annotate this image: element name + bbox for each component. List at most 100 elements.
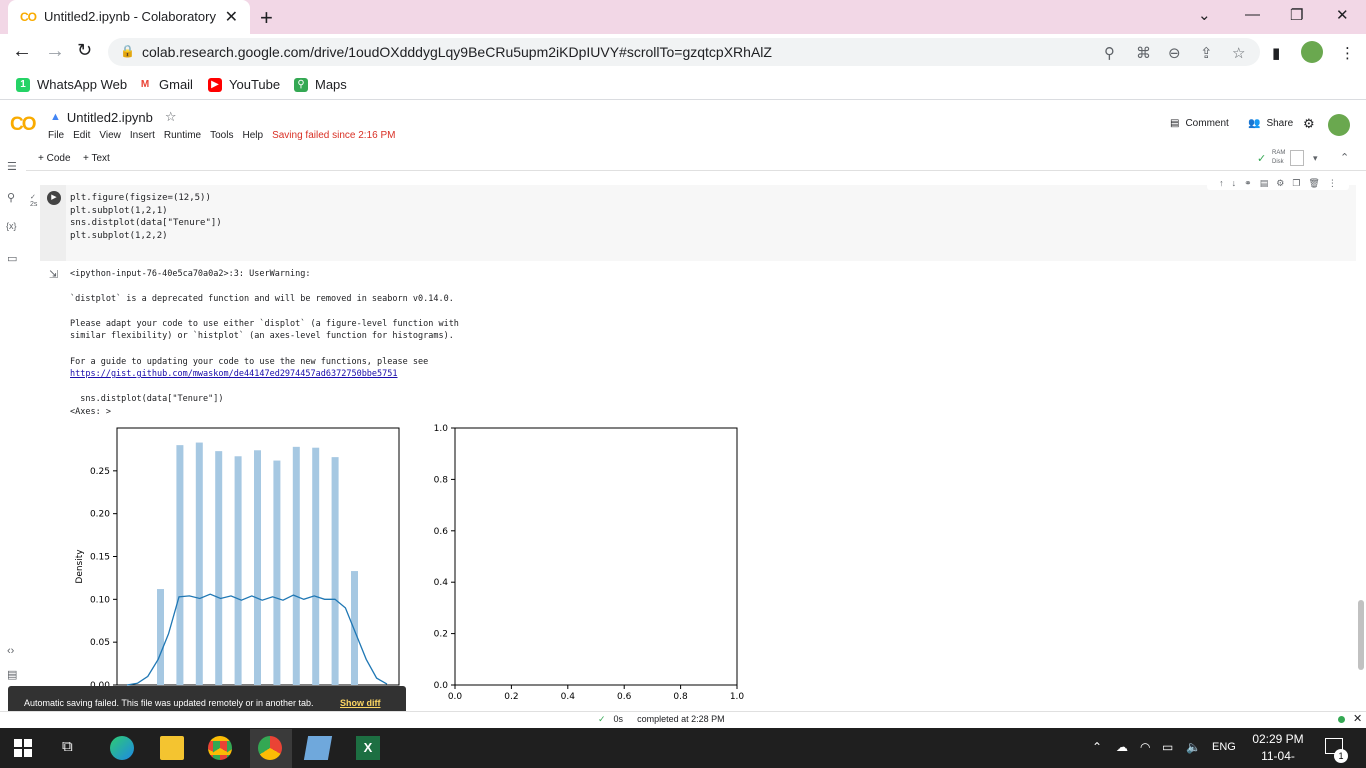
- runtime-dropdown-icon[interactable]: ▾: [1313, 153, 1318, 164]
- tab-search-icon[interactable]: ⌄: [1198, 6, 1211, 24]
- hist-bar: [312, 447, 320, 685]
- comment-icon: ▤: [1170, 118, 1180, 129]
- cell-more-icon[interactable]: ⋮: [1328, 178, 1337, 189]
- close-window-button[interactable]: ✕: [1336, 6, 1349, 24]
- bookmark-maps[interactable]: ⚲ Maps: [294, 77, 347, 92]
- hist-bar: [254, 450, 261, 685]
- output-menu-icon[interactable]: ⇲: [49, 268, 58, 281]
- find-icon[interactable]: ⚲: [7, 191, 15, 204]
- notebook-title[interactable]: Untitled2.ipynb: [67, 110, 153, 125]
- chrome-icon[interactable]: [208, 736, 232, 760]
- restore-button[interactable]: ❐: [1290, 6, 1303, 24]
- delete-cell-icon[interactable]: 🗑: [1308, 178, 1319, 189]
- menu-tools[interactable]: Tools: [210, 130, 233, 141]
- bookmark-star-icon[interactable]: ☆: [1232, 44, 1245, 62]
- files-icon[interactable]: ▭: [7, 252, 17, 265]
- task-view-icon[interactable]: ⧉: [62, 738, 73, 755]
- menu-help[interactable]: Help: [242, 130, 263, 141]
- add-text-button[interactable]: + Text: [83, 153, 110, 164]
- status-close-icon[interactable]: ✕: [1353, 712, 1362, 725]
- hist-bar: [351, 571, 358, 685]
- menu-view[interactable]: View: [99, 130, 121, 141]
- menu-file[interactable]: File: [48, 130, 64, 141]
- link-icon[interactable]: ⚭: [1244, 178, 1252, 189]
- toc-icon[interactable]: ☰: [7, 160, 17, 173]
- add-code-button[interactable]: + Code: [38, 153, 71, 164]
- notepad-icon[interactable]: [303, 736, 333, 760]
- windows-start-icon[interactable]: [14, 739, 32, 757]
- notebook-title-row: ▲ Untitled2.ipynb ☆: [50, 109, 177, 125]
- wifi-icon[interactable]: ◠: [1140, 740, 1150, 754]
- output-line: Please adapt your code to use either `di…: [70, 319, 459, 329]
- search-icon[interactable]: ⚲: [1104, 44, 1115, 62]
- command-palette-icon[interactable]: ▤: [7, 668, 17, 681]
- battery-icon[interactable]: ▭: [1162, 740, 1173, 754]
- menu-edit[interactable]: Edit: [73, 130, 90, 141]
- x-tick-label: 0.6: [617, 692, 632, 702]
- side-panel-icon[interactable]: ▮: [1272, 44, 1280, 62]
- chrome-profile-icon[interactable]: [258, 736, 282, 760]
- bookmark-gmail[interactable]: M Gmail: [138, 77, 193, 92]
- comment-button[interactable]: ▤ Comment: [1170, 118, 1229, 129]
- variables-icon[interactable]: {x}: [6, 221, 17, 231]
- comment-cell-icon[interactable]: ▤: [1260, 178, 1269, 189]
- reload-icon[interactable]: ↻: [77, 40, 92, 61]
- output-line: <Axes: >: [70, 407, 111, 417]
- onedrive-icon[interactable]: ☁: [1116, 740, 1128, 754]
- account-avatar[interactable]: [1328, 114, 1350, 136]
- file-explorer-icon[interactable]: [160, 736, 184, 760]
- gist-link[interactable]: https://gist.github.com/mwaskom/de44147e…: [70, 369, 398, 379]
- share-page-icon[interactable]: ⇪: [1200, 44, 1213, 62]
- code-line[interactable]: sns.distplot(data["Tenure"]): [70, 218, 222, 228]
- gmail-icon: M: [138, 77, 152, 92]
- bookmark-whatsapp[interactable]: 1 WhatsApp Web: [16, 77, 127, 92]
- execution-status[interactable]: ✓ 0s completed at 2:28 PM: [598, 714, 725, 725]
- show-diff-link[interactable]: Show diff: [340, 698, 381, 708]
- forward-icon[interactable]: →: [45, 40, 65, 63]
- code-snippets-icon[interactable]: ‹›: [7, 645, 14, 657]
- edge-icon[interactable]: [110, 736, 134, 760]
- tab-close-icon[interactable]: ✕: [225, 7, 238, 27]
- excel-icon[interactable]: X: [356, 736, 380, 760]
- zoom-icon[interactable]: ⊖: [1168, 44, 1181, 62]
- scrollbar-thumb[interactable]: [1358, 600, 1364, 670]
- x-tick-label: 0.4: [561, 692, 576, 702]
- cell-settings-icon[interactable]: ⚙: [1276, 178, 1284, 189]
- new-tab-button[interactable]: +: [260, 5, 273, 31]
- colab-logo[interactable]: CO: [10, 114, 36, 136]
- volume-icon[interactable]: 🔈: [1186, 740, 1201, 754]
- notification-count: 1: [1334, 749, 1348, 763]
- menu-insert[interactable]: Insert: [130, 130, 155, 141]
- code-line[interactable]: plt.subplot(1,2,2): [70, 231, 168, 241]
- star-icon[interactable]: ☆: [165, 109, 177, 125]
- code-line[interactable]: plt.figure(figsize=(12,5)): [70, 193, 211, 203]
- code-cell[interactable]: [40, 185, 1356, 261]
- output-line: <ipython-input-76-40e5ca70a0a2>:3: UserW…: [70, 269, 311, 279]
- move-down-icon[interactable]: ↓: [1232, 178, 1237, 188]
- profile-avatar[interactable]: [1301, 41, 1323, 63]
- browser-menu-icon[interactable]: ⋮: [1340, 44, 1355, 62]
- omnibox[interactable]: 🔒 colab.research.google.com/drive/1oudOX…: [108, 38, 1260, 66]
- collapse-header-icon[interactable]: ⌃: [1340, 151, 1349, 164]
- output-line: similar flexibility) or `histplot` (an a…: [70, 331, 454, 341]
- mirror-cell-icon[interactable]: ❐: [1292, 178, 1300, 189]
- hidden-icons-chevron[interactable]: ⌃: [1092, 740, 1102, 754]
- code-line[interactable]: plt.subplot(1,2,1): [70, 206, 168, 216]
- language-indicator[interactable]: ENG: [1212, 741, 1236, 753]
- bookmark-youtube[interactable]: ▶ YouTube: [208, 77, 280, 92]
- resource-meter[interactable]: RAM Disk: [1272, 149, 1285, 167]
- run-cell-button[interactable]: ▶: [47, 191, 61, 205]
- move-up-icon[interactable]: ↑: [1219, 178, 1224, 188]
- share-button[interactable]: 👥 Share: [1248, 118, 1293, 129]
- clock[interactable]: 02:29 PM 11-04-2023: [1248, 731, 1308, 768]
- translate-icon[interactable]: ⌘: [1136, 44, 1151, 62]
- save-status[interactable]: Saving failed since 2:16 PM: [272, 130, 395, 141]
- browser-tab[interactable]: CO Untitled2.ipynb - Colaboratory ✕: [8, 0, 250, 34]
- back-icon[interactable]: ←: [12, 40, 32, 63]
- minimize-button[interactable]: —: [1245, 6, 1260, 23]
- settings-icon[interactable]: ⚙: [1303, 116, 1315, 132]
- hist-bar: [234, 456, 242, 685]
- empty-axes: 0.0 0.2 0.4 0.6 0.8 1.0 0.0 0.2 0.4 0.6 0.8 1.0: [434, 424, 745, 702]
- menu-runtime[interactable]: Runtime: [164, 130, 201, 141]
- connection-dot: [1338, 716, 1345, 723]
